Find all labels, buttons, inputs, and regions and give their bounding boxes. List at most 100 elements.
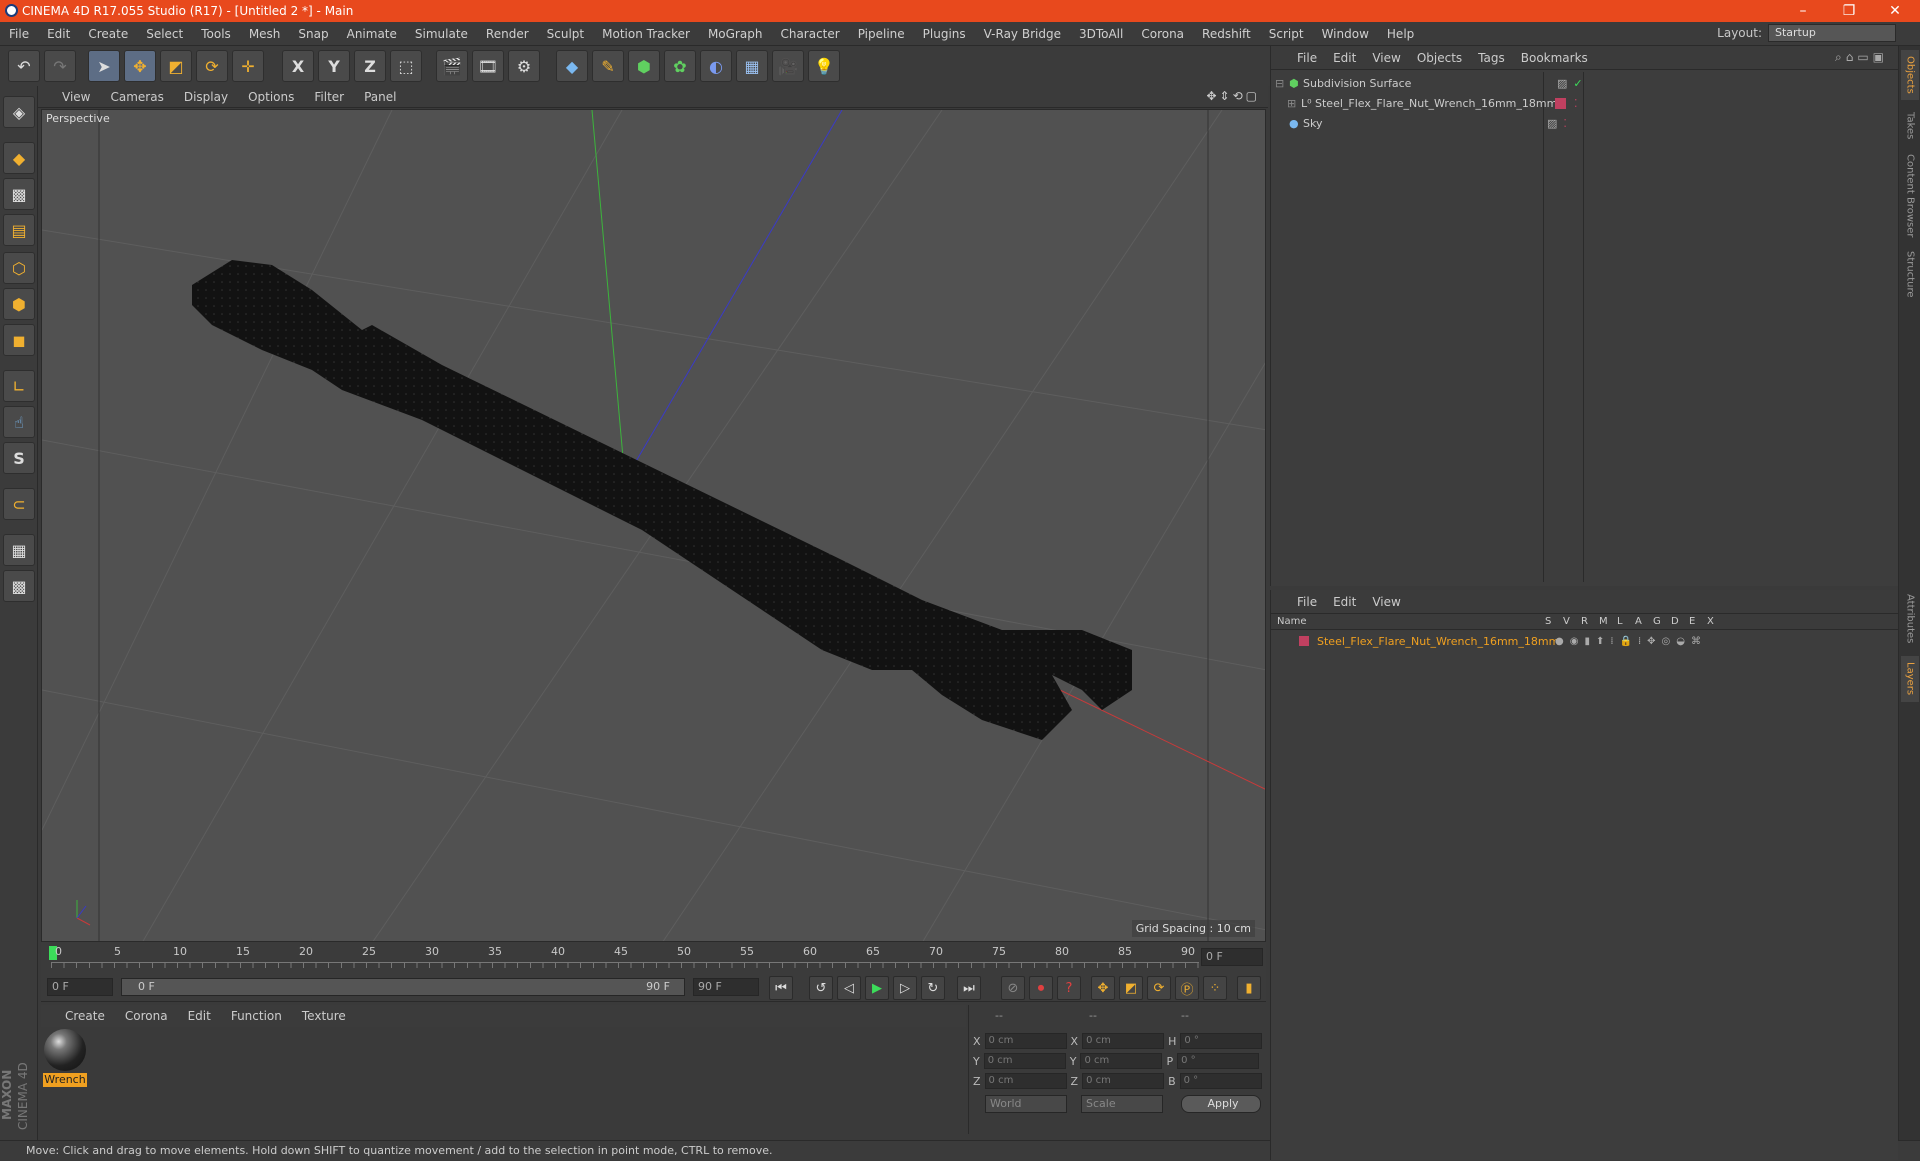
close-button[interactable]: ✕	[1872, 0, 1918, 22]
tab-structure[interactable]: Structure	[1901, 246, 1919, 302]
locked-workplane-icon[interactable]: ▦	[3, 534, 35, 566]
vp-menu-view[interactable]: View	[52, 90, 100, 104]
minimize-button[interactable]: –	[1780, 0, 1826, 22]
menu-3dtoall[interactable]: 3DToAll	[1070, 27, 1132, 41]
autokey-icon[interactable]: ⏺	[1029, 976, 1053, 1000]
layer-col-solo[interactable]: S	[1545, 616, 1551, 627]
current-frame-field[interactable]: 0 F	[1201, 948, 1263, 966]
visibility-dots-icon[interactable]: ⁚	[1574, 97, 1578, 110]
render-picture-viewer-icon[interactable]: 🎞	[472, 50, 504, 82]
size-x-field[interactable]: 0 cm	[1082, 1033, 1165, 1049]
timeline-ruler[interactable]: 0 5 10 15 20 25 30 35 40 45 50 55 60 65 …	[41, 942, 1266, 972]
camera-icon[interactable]: 🎥	[772, 50, 804, 82]
polygons-mode-icon[interactable]: ◼	[3, 324, 35, 356]
floor-icon[interactable]: ▦	[736, 50, 768, 82]
menu-motion-tracker[interactable]: Motion Tracker	[593, 27, 699, 41]
snap-icon[interactable]: ⊂	[3, 488, 35, 520]
select-arrow-icon[interactable]: ➤	[88, 50, 120, 82]
go-to-start-icon[interactable]: ⏮	[769, 976, 793, 1000]
menu-render[interactable]: Render	[477, 27, 538, 41]
visibility-dots-icon[interactable]: ⁚	[1563, 117, 1567, 130]
vp-menu-panel[interactable]: Panel	[354, 90, 406, 104]
transform-icon[interactable]: ✛	[232, 50, 264, 82]
obj-search-home-icons[interactable]: ⌕⌂▭▣	[1835, 50, 1888, 65]
render-settings-icon[interactable]: ⚙	[508, 50, 540, 82]
cube-icon[interactable]: ◆	[556, 50, 588, 82]
layer-col-render[interactable]: R	[1581, 616, 1588, 627]
start-frame-field[interactable]: 0 F	[47, 978, 113, 996]
vp-menu-cameras[interactable]: Cameras	[100, 90, 173, 104]
menu-window[interactable]: Window	[1313, 27, 1378, 41]
planar-workplane-icon[interactable]: ▩	[3, 570, 35, 602]
previous-frame-icon[interactable]: ◁	[837, 976, 861, 1000]
menu-snap[interactable]: Snap	[289, 27, 337, 41]
obj-menu-file[interactable]: File	[1289, 51, 1325, 65]
edges-mode-icon[interactable]: ⬢	[3, 288, 35, 320]
tab-layers[interactable]: Layers	[1901, 656, 1919, 702]
menu-pipeline[interactable]: Pipeline	[849, 27, 914, 41]
object-row[interactable]: ⊞ L⁰ Steel_Flex_Flare_Nut_Wrench_16mm_18…	[1275, 94, 1895, 112]
menu-vray-bridge[interactable]: V-Ray Bridge	[975, 27, 1070, 41]
go-to-end-icon[interactable]: ⏭	[957, 976, 981, 1000]
key-scale-icon[interactable]: ◩	[1119, 976, 1143, 1000]
collapse-icon[interactable]: ⊟	[1275, 77, 1289, 90]
rot-b-field[interactable]: 0 °	[1179, 1073, 1262, 1089]
end-frame-field[interactable]: 90 F	[693, 978, 759, 996]
axis-y-button[interactable]: Y	[318, 50, 350, 82]
menu-sculpt[interactable]: Sculpt	[538, 27, 593, 41]
mat-menu-create[interactable]: Create	[55, 1009, 115, 1023]
material-wrench[interactable]: Wrench	[43, 1029, 87, 1087]
next-frame-icon[interactable]: ▷	[893, 976, 917, 1000]
obj-menu-objects[interactable]: Objects	[1409, 51, 1470, 65]
pos-y-field[interactable]: 0 cm	[983, 1053, 1066, 1069]
menu-select[interactable]: Select	[137, 27, 192, 41]
record-keys-icon[interactable]: ⊘	[1001, 976, 1025, 1000]
axis-mode-icon[interactable]: ∟	[3, 370, 35, 402]
axis-x-button[interactable]: X	[282, 50, 314, 82]
layer-col-locked[interactable]: L	[1617, 616, 1623, 627]
apply-button[interactable]: Apply	[1181, 1095, 1261, 1113]
layer-col-manager[interactable]: M	[1599, 616, 1608, 627]
visibility-dots-icon[interactable]: ▨	[1547, 117, 1557, 130]
layer-flags-icons[interactable]: ●◉▮⬆⁞🔒⁞✥◎◒⌘	[1555, 636, 1707, 647]
mat-menu-edit[interactable]: Edit	[178, 1009, 221, 1023]
obj-menu-bookmarks[interactable]: Bookmarks	[1513, 51, 1596, 65]
visibility-dots-icon[interactable]: ▨	[1557, 77, 1567, 90]
scale-icon[interactable]: ◩	[160, 50, 192, 82]
pos-z-field[interactable]: 0 cm	[984, 1073, 1067, 1089]
menu-simulate[interactable]: Simulate	[406, 27, 477, 41]
play-icon[interactable]: ▶	[865, 976, 889, 1000]
mat-menu-corona[interactable]: Corona	[115, 1009, 178, 1023]
texture-mode-icon[interactable]: ▩	[3, 178, 35, 210]
restore-button[interactable]: ❐	[1826, 0, 1872, 22]
rot-h-field[interactable]: 0 °	[1180, 1033, 1263, 1049]
layer-col-deformers[interactable]: D	[1671, 616, 1679, 627]
menu-edit[interactable]: Edit	[38, 27, 79, 41]
tab-takes[interactable]: Takes	[1901, 106, 1919, 146]
frame-range-slider[interactable]: 0 F 90 F	[121, 978, 685, 996]
subdivision-icon[interactable]: ⬢	[628, 50, 660, 82]
timeline-window-icon[interactable]: ▮	[1237, 976, 1261, 1000]
layer-row[interactable]: Steel_Flex_Flare_Nut_Wrench_16mm_18mm ●◉…	[1275, 632, 1895, 650]
tab-content-browser[interactable]: Content Browser	[1901, 150, 1919, 242]
menu-tools[interactable]: Tools	[192, 27, 240, 41]
expand-icon[interactable]: ⊞	[1287, 97, 1301, 110]
points-mode-icon[interactable]: ⬡	[3, 252, 35, 284]
model-mode-icon[interactable]: ◆	[3, 142, 35, 174]
layer-col-expressions[interactable]: E	[1689, 616, 1695, 627]
menu-character[interactable]: Character	[771, 27, 848, 41]
soft-selection-icon[interactable]: S	[3, 442, 35, 474]
layer-col-view[interactable]: V	[1563, 616, 1570, 627]
layer-col-animation[interactable]: A	[1635, 616, 1642, 627]
menu-mesh[interactable]: Mesh	[240, 27, 290, 41]
layer-menu-edit[interactable]: Edit	[1325, 595, 1364, 609]
viewport-perspective[interactable]: Perspective Grid Spacing : 10 cm	[41, 109, 1266, 942]
menu-animate[interactable]: Animate	[338, 27, 406, 41]
world-dropdown[interactable]: World	[985, 1095, 1067, 1113]
menu-redshift[interactable]: Redshift	[1193, 27, 1260, 41]
pos-x-field[interactable]: 0 cm	[984, 1033, 1067, 1049]
redo-icon[interactable]: ↷	[44, 50, 76, 82]
layer-color-icon[interactable]	[1299, 636, 1309, 646]
size-y-field[interactable]: 0 cm	[1080, 1053, 1163, 1069]
key-pla-icon[interactable]: ⁘	[1203, 976, 1227, 1000]
